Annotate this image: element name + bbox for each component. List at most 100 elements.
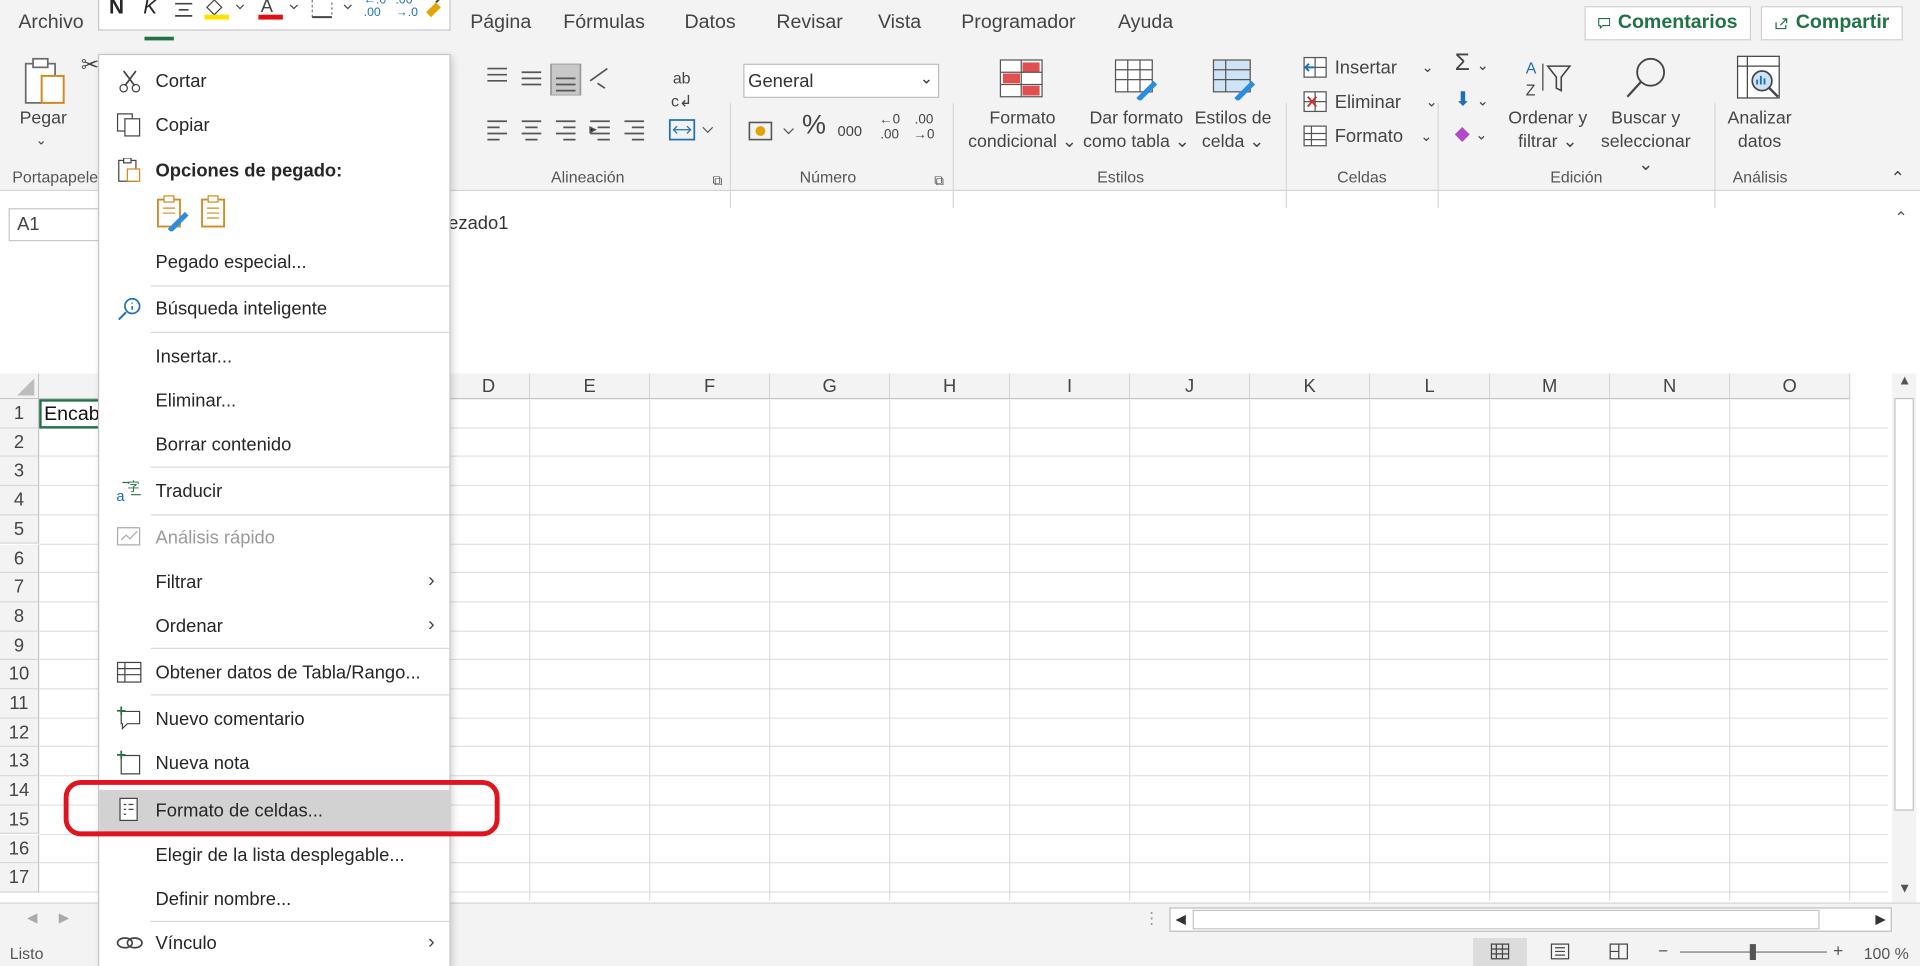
select-all-corner[interactable]: [0, 373, 40, 400]
row-header[interactable]: 4: [0, 486, 40, 516]
column-header[interactable]: N: [1610, 373, 1731, 400]
menu-item-filter[interactable]: Filtrar ›: [99, 562, 449, 601]
menu-item-paste-special[interactable]: Pegado especial...: [99, 242, 449, 281]
zoom-level[interactable]: 100 %: [1864, 944, 1909, 962]
menu-item-new-comment[interactable]: Nuevo comentario: [99, 699, 449, 738]
row-header[interactable]: 9: [0, 631, 40, 661]
menu-item-insert[interactable]: Insertar...: [99, 337, 449, 376]
row-header[interactable]: 8: [0, 602, 40, 632]
font-color-icon[interactable]: A: [256, 0, 300, 22]
vertical-scrollbar[interactable]: ▲ ▼: [1891, 373, 1917, 903]
tab-programador[interactable]: Programador: [961, 12, 1075, 34]
menu-item-cut[interactable]: Cortar: [99, 61, 449, 100]
column-header[interactable]: I: [1010, 373, 1131, 400]
row-header[interactable]: 15: [0, 805, 40, 835]
row-header[interactable]: 14: [0, 776, 40, 806]
column-header[interactable]: L: [1370, 373, 1491, 400]
name-box[interactable]: A1: [8, 208, 101, 242]
bold-button[interactable]: N: [109, 0, 124, 20]
format-as-table-icon[interactable]: [1114, 59, 1158, 101]
share-button[interactable]: Compartir: [1760, 6, 1903, 41]
thousands-separator-icon[interactable]: 000: [838, 120, 863, 143]
zoom-out-icon[interactable]: −: [1658, 940, 1668, 960]
tab-ayuda[interactable]: Ayuda: [1118, 12, 1173, 34]
number-format-select[interactable]: General ⌄: [743, 63, 940, 98]
column-header[interactable]: H: [890, 373, 1011, 400]
vertical-scroll-thumb[interactable]: [1894, 397, 1914, 811]
menu-item-pick-from-list[interactable]: Elegir de la lista desplegable...: [99, 835, 449, 874]
column-header[interactable]: G: [770, 373, 891, 400]
clear-icon[interactable]: ◆ ⌄: [1455, 122, 1488, 146]
page-layout-view-icon[interactable]: [1550, 943, 1570, 960]
autosum-icon[interactable]: Σ ⌄: [1455, 50, 1489, 77]
menu-item-smart-lookup[interactable]: Búsqueda inteligente: [99, 289, 449, 328]
row-header[interactable]: 6: [0, 544, 40, 574]
row-header[interactable]: 2: [0, 428, 40, 458]
tab-page-layout[interactable]: Página: [470, 12, 531, 34]
paste-formatting-icon[interactable]: [156, 195, 190, 232]
menu-item-new-note[interactable]: Nueva nota: [99, 743, 449, 782]
menu-item-define-name[interactable]: Definir nombre...: [99, 879, 449, 918]
menu-item-clear-contents[interactable]: Borrar contenido: [99, 425, 449, 464]
sort-filter-label[interactable]: Ordenar y filtrar ⌄: [1501, 108, 1594, 155]
menu-item-sort[interactable]: Ordenar ›: [99, 606, 449, 645]
row-header[interactable]: 10: [0, 660, 40, 690]
column-header[interactable]: F: [650, 373, 771, 400]
paste-label[interactable]: Pegar: [20, 108, 67, 131]
row-header[interactable]: 7: [0, 573, 40, 603]
increase-decimal-button[interactable]: ←.0 .00: [364, 0, 386, 20]
conditional-format-label[interactable]: Formato condicional ⌄: [967, 108, 1077, 155]
column-header[interactable]: K: [1250, 373, 1371, 400]
analyze-data-icon[interactable]: [1735, 54, 1784, 103]
delete-cells-button[interactable]: Eliminar ⌄: [1303, 89, 1438, 113]
align-center-icon[interactable]: [173, 0, 195, 20]
scroll-left-icon[interactable]: ◀: [1176, 911, 1186, 927]
row-header[interactable]: 1: [0, 399, 40, 429]
decrease-decimal-button[interactable]: .00 →.0: [396, 0, 418, 20]
merge-center-icon[interactable]: [668, 118, 718, 142]
comments-button[interactable]: Comentarios: [1584, 6, 1752, 41]
column-header[interactable]: D: [448, 373, 531, 400]
percent-icon[interactable]: %: [802, 111, 826, 138]
tab-revisar[interactable]: Revisar: [776, 12, 842, 34]
analyze-data-label[interactable]: Analizar datos: [1722, 108, 1798, 155]
column-header[interactable]: O: [1730, 373, 1851, 400]
zoom-slider-thumb[interactable]: [1749, 944, 1756, 961]
cell-a1[interactable]: Encab: [39, 399, 106, 429]
format-cells-ribbon-button[interactable]: Formato ⌄: [1303, 124, 1433, 148]
find-select-icon[interactable]: [1624, 56, 1671, 100]
scroll-down-icon[interactable]: ▼: [1898, 882, 1911, 897]
menu-item-get-data[interactable]: Obtener datos de Tabla/Rango...: [99, 653, 449, 692]
vertical-align-icons[interactable]: [485, 62, 632, 97]
accounting-format-icon[interactable]: [747, 118, 796, 145]
scroll-right-icon[interactable]: ▶: [1875, 911, 1885, 927]
menu-item-translate[interactable]: a字 Traducir: [99, 471, 449, 510]
horizontal-scroll-thumb[interactable]: [1192, 909, 1820, 930]
horizontal-scrollbar[interactable]: ◀ ▶: [1169, 907, 1892, 932]
normal-view-button[interactable]: [1473, 937, 1527, 966]
increase-decimal-icon[interactable]: ←0.00: [879, 113, 900, 142]
column-header[interactable]: M: [1490, 373, 1611, 400]
horizontal-align-icons[interactable]: [485, 119, 649, 141]
menu-item-delete[interactable]: Eliminar...: [99, 381, 449, 420]
insert-cells-button[interactable]: Insertar ⌄: [1303, 55, 1434, 79]
tab-vista[interactable]: Vista: [878, 12, 921, 34]
format-painter-icon[interactable]: [422, 0, 446, 20]
split-handle-icon[interactable]: ⋮: [1144, 909, 1160, 929]
menu-item-copy[interactable]: Copiar: [99, 105, 449, 144]
scroll-up-icon[interactable]: ▲: [1898, 373, 1911, 388]
wrap-text-icon[interactable]: ab c↲: [671, 66, 692, 113]
column-header[interactable]: E: [530, 373, 651, 400]
zoom-in-icon[interactable]: +: [1833, 940, 1843, 960]
cell-styles-icon[interactable]: [1212, 59, 1256, 101]
find-select-label[interactable]: Buscar y seleccionar ⌄: [1592, 108, 1700, 178]
borders-icon[interactable]: [310, 0, 354, 22]
row-header[interactable]: 12: [0, 718, 40, 748]
tab-datos[interactable]: Datos: [684, 12, 735, 34]
format-as-table-label[interactable]: Dar formato como tabla ⌄: [1082, 108, 1190, 155]
italic-button[interactable]: K: [143, 0, 157, 20]
collapse-ribbon-icon[interactable]: ⌃: [1891, 167, 1905, 190]
row-header[interactable]: 11: [0, 689, 40, 719]
page-break-view-icon[interactable]: [1609, 943, 1629, 960]
sheet-nav-next-icon[interactable]: ▶: [59, 910, 69, 926]
